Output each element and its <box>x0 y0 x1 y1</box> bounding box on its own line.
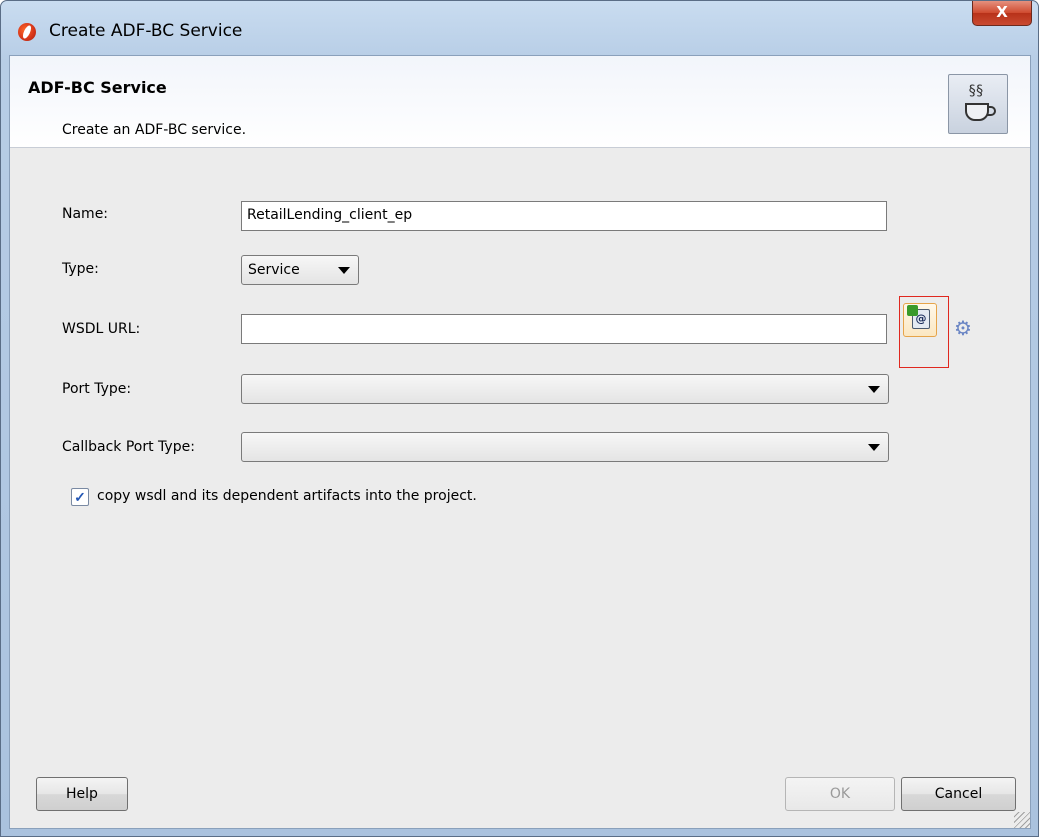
port-type-select[interactable] <box>241 374 889 404</box>
close-button[interactable]: X <box>972 1 1032 26</box>
name-field[interactable]: RetailLending_client_ep <box>241 201 887 231</box>
chevron-down-icon <box>868 386 880 393</box>
dialog-body: ADF-BC Service Create an ADF-BC service.… <box>9 55 1031 829</box>
copy-wsdl-label: copy wsdl and its dependent artifacts in… <box>97 488 477 504</box>
gear-icon[interactable]: ⚙ <box>952 318 974 340</box>
chevron-down-icon <box>338 267 350 274</box>
header-title: ADF-BC Service <box>28 78 167 97</box>
callback-port-type-label: Callback Port Type: <box>62 439 195 455</box>
java-cup-icon: §§ <box>948 74 1008 134</box>
copy-wsdl-checkbox[interactable]: ✓ <box>71 488 89 506</box>
help-button[interactable]: Help <box>36 777 128 811</box>
wsdl-url-label: WSDL URL: <box>62 321 141 337</box>
chevron-down-icon <box>868 444 880 451</box>
dialog-window: Create ADF-BC Service X ADF-BC Service C… <box>0 0 1039 837</box>
title-bar[interactable]: Create ADF-BC Service X <box>1 1 1038 55</box>
cancel-button[interactable]: Cancel <box>901 777 1016 811</box>
type-select-value: Service <box>248 262 300 278</box>
type-label: Type: <box>62 261 99 277</box>
window-title: Create ADF-BC Service <box>49 21 243 41</box>
highlight-box: @ <box>899 296 949 368</box>
port-type-label: Port Type: <box>62 381 132 397</box>
type-select[interactable]: Service <box>241 255 359 285</box>
add-icon <box>907 305 918 316</box>
callback-port-type-select[interactable] <box>241 432 889 462</box>
find-wsdl-button[interactable]: @ <box>903 303 937 337</box>
ok-button[interactable]: OK <box>785 777 895 811</box>
oracle-jdeveloper-icon <box>18 23 36 41</box>
name-label: Name: <box>62 206 109 222</box>
header-panel: ADF-BC Service Create an ADF-BC service.… <box>10 56 1030 148</box>
wsdl-url-field[interactable] <box>241 314 887 344</box>
header-subtitle: Create an ADF-BC service. <box>62 122 247 138</box>
resize-grip[interactable] <box>1014 812 1030 828</box>
